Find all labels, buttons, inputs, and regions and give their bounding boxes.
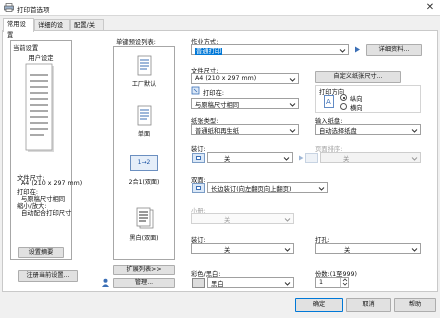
presets-heading: 单键预设列表: [116,39,156,46]
job-type-select[interactable]: 普通打印 [191,44,349,55]
chevron-down-icon [411,248,418,252]
user-setting-label: 用户设定 [28,55,54,62]
landscape-label: 横向 [350,105,363,112]
one-sided-doc-icon [137,105,152,126]
cancel-button[interactable]: 取消 [346,298,391,312]
two-sided-select[interactable]: 长边装订(向左翻页向上翻页) [207,182,328,193]
job-details-button[interactable]: 详细资料... [366,44,422,56]
factory-default-doc-icon [137,55,152,76]
settings-summary-button[interactable]: 设置摘要 [18,247,64,258]
chevron-down-icon [411,129,418,133]
staple-select[interactable]: 关 [191,243,294,254]
preset-two-in-one-duplex[interactable]: 2合1(双面) [110,177,178,186]
custom-paper-size-button[interactable]: 自定义纸张尺寸... [315,71,401,83]
register-current-settings-button[interactable]: 注册当前设置... [18,270,78,282]
user-icon [102,278,109,287]
print-on-icon [191,86,200,95]
zoom-summary-value: 自动配合打印尺寸 [21,210,72,217]
page-order-icon [305,153,318,163]
current-settings-panel: 当前设置 用户设定 文件尺寸: A4 (210 x 297 mm) 打印在: 与… [10,40,82,260]
booklet-select[interactable]: 关 [191,213,294,224]
orientation-group: 打印方向 A 纵向 横向 [315,85,421,113]
duplex-label: 装订: [191,146,206,153]
chevron-down-icon [283,157,290,161]
punch-select[interactable]: 关 [315,243,421,254]
chevron-down-icon [411,157,418,161]
tab-common-settings[interactable]: 常用设置 [3,18,34,39]
portrait-label: 纵向 [350,96,363,103]
tab-bar: 常用设置 详细的设置 配置/关于 [0,17,440,40]
copies-input[interactable]: 1 [315,277,349,288]
paper-type-select[interactable]: 普通纸和再生纸 [191,124,299,135]
help-button[interactable]: 帮助 [394,298,436,312]
doc-size-summary-value: A4 (210 x 297 mm) [21,180,83,187]
color-select[interactable]: 黑白 [207,277,294,288]
arrow-right-icon [299,155,304,161]
preset-black-white-duplex[interactable]: 黑白(双面) [110,233,178,242]
print-on-select[interactable]: 与原稿尺寸相同 [191,98,299,109]
printer-icon [4,3,14,12]
chevron-down-icon [289,103,296,107]
portrait-page-icon: A [324,95,334,108]
chevron-down-icon [289,129,296,133]
arrow-right-icon [355,46,360,53]
preset-one-sided[interactable]: 单面 [110,129,178,138]
input-tray-select[interactable]: 自动选择纸盘 [315,124,421,135]
portrait-radio[interactable] [340,94,347,101]
document-size-select[interactable]: A4 (210 x 297 mm) [191,73,299,84]
print-on-label: 打印在: [203,90,225,97]
chevron-down-icon [284,282,291,286]
copies-spinner[interactable] [340,278,348,287]
page-preview-icon [25,63,54,152]
two-in-one-icon: 1→2 [130,155,158,171]
svg-text:A: A [326,98,331,106]
chevron-down-icon [318,187,325,191]
page-order-select[interactable]: 关 [320,152,421,163]
chevron-down-icon [284,248,291,252]
chevron-down-icon [289,78,296,82]
current-settings-heading: 当前设置 [13,45,39,52]
chevron-down-icon [339,49,346,53]
landscape-radio[interactable] [340,103,347,110]
ok-button[interactable]: 确定 [295,298,343,312]
black-white-icon [192,278,205,288]
window-title: 打印首选项 [17,6,50,14]
title-bar: 打印首选项 ✕ [0,0,440,16]
black-white-doc-icon [136,207,154,229]
spinner-arrows-icon [342,278,347,286]
chevron-down-icon [284,218,291,222]
presets-list[interactable]: 工厂默认 单面 1→2 2合1(双面) 黑白(双面) [113,46,175,260]
manage-button[interactable]: 管理... [113,278,175,288]
close-button[interactable]: ✕ [424,2,436,14]
duplex-select[interactable]: 关 [207,152,293,163]
two-sided-icon [192,183,205,193]
preset-factory-default[interactable]: 工厂默认 [110,79,178,88]
expand-list-button[interactable]: 扩展列表>> [113,265,175,275]
duplex-mode-icon [192,153,205,163]
